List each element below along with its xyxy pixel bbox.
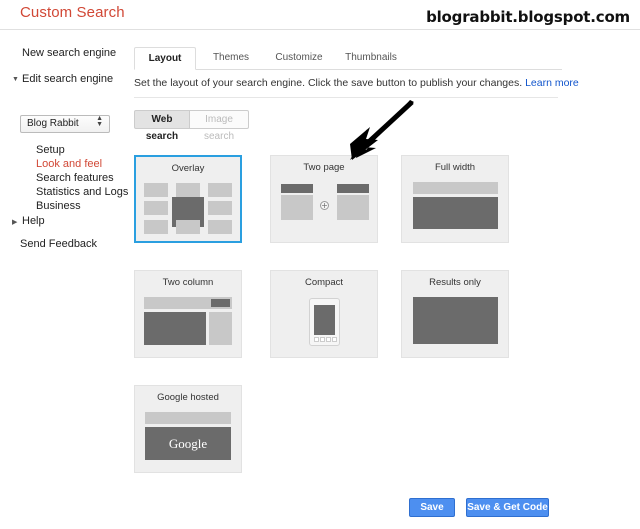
app-header: Custom Search blograbbit.blogspot.com: [0, 0, 640, 30]
learn-more-link[interactable]: Learn more: [525, 77, 579, 89]
sidebar: New search engine ▼ Edit search engine B…: [0, 31, 130, 529]
sidebar-item-statistics-and-logs[interactable]: Statistics and Logs: [36, 186, 128, 198]
thumb-block-highlight: Google: [145, 427, 231, 460]
layout-card-title: Results only: [429, 277, 481, 288]
save-and-get-code-button[interactable]: Save & Get Code: [466, 498, 549, 517]
layout-card-results-only[interactable]: Results only: [401, 270, 509, 358]
save-button[interactable]: Save: [409, 498, 455, 517]
thumb-block-highlight: [413, 297, 498, 344]
compact-thumbnail: [271, 293, 377, 355]
sidebar-item-send-feedback[interactable]: Send Feedback: [20, 238, 97, 250]
sidebar-item-help[interactable]: Help: [22, 215, 45, 227]
sidebar-item-look-and-feel[interactable]: Look and feel: [36, 158, 102, 170]
page-title: Custom Search: [20, 4, 125, 21]
divider: [134, 97, 558, 98]
panel-description-text: Set the layout of your search engine. Cl…: [134, 77, 523, 89]
thumb-block-highlight: [211, 299, 230, 307]
layout-card-title: Overlay: [171, 163, 205, 174]
thumb-block: [209, 312, 232, 345]
layout-card-title: Google hosted: [157, 392, 219, 403]
phone-button: [326, 337, 331, 342]
phone-button: [314, 337, 319, 342]
thumb-block: [176, 220, 200, 234]
full-width-thumbnail: [402, 178, 508, 240]
sidebar-item-setup[interactable]: Setup: [36, 144, 65, 156]
results-only-thumbnail: [402, 293, 508, 355]
thumb-block: [145, 412, 231, 424]
layout-card-google-hosted[interactable]: Google hosted Google: [134, 385, 242, 473]
phone-button: [332, 337, 337, 342]
updown-arrows-icon: ▲ ▼: [96, 115, 103, 128]
layout-card-compact[interactable]: Compact: [270, 270, 378, 358]
image-search-toggle[interactable]: Image search: [189, 110, 249, 142]
thumb-block: [208, 201, 232, 215]
thumb-block: [176, 183, 200, 197]
thumb-block: [281, 195, 313, 220]
web-search-toggle[interactable]: Web search: [134, 110, 190, 142]
two-page-thumbnail: +: [271, 178, 377, 240]
thumb-block-highlight: [281, 184, 313, 193]
layout-card-full-width[interactable]: Full width: [401, 155, 509, 243]
sidebar-item-new-search-engine[interactable]: New search engine: [22, 47, 116, 59]
sidebar-item-search-features[interactable]: Search features: [36, 172, 114, 184]
layout-card-title: Full width: [434, 162, 476, 173]
panel-description: Set the layout of your search engine. Cl…: [134, 77, 579, 89]
tab-customize[interactable]: Customize: [266, 47, 332, 70]
engine-select-value: Blog Rabbit: [27, 118, 79, 129]
sidebar-item-business[interactable]: Business: [36, 200, 81, 212]
phone-button: [320, 337, 325, 342]
overlay-thumbnail: [136, 179, 240, 241]
phone-icon: [309, 298, 340, 346]
chevron-right-icon[interactable]: ▶: [12, 218, 17, 226]
tab-bar: Layout Themes Customize Thumbnails: [134, 47, 562, 70]
thumb-block: [208, 220, 232, 234]
tab-thumbnails[interactable]: Thumbnails: [336, 47, 406, 70]
chevron-down-icon[interactable]: ▼: [12, 76, 19, 83]
layout-card-two-page[interactable]: Two page +: [270, 155, 378, 243]
thumb-block: [144, 220, 168, 234]
layout-card-two-column[interactable]: Two column: [134, 270, 242, 358]
thumb-block: [144, 183, 168, 197]
phone-screen: [314, 305, 335, 335]
layout-card-title: Two column: [162, 277, 214, 288]
tab-layout[interactable]: Layout: [134, 47, 196, 70]
sidebar-item-edit-search-engine[interactable]: Edit search engine: [22, 73, 113, 85]
thumb-block: [144, 201, 168, 215]
tab-themes[interactable]: Themes: [200, 47, 262, 70]
layout-card-title: Compact: [304, 277, 343, 288]
thumb-block-highlight: [337, 184, 369, 193]
thumb-block-highlight: [144, 312, 206, 345]
footer-actions: Save Save & Get Code: [0, 485, 640, 529]
thumb-block: [208, 183, 232, 197]
google-hosted-thumbnail: Google: [135, 408, 241, 470]
annotation-arrow-icon: [336, 100, 416, 165]
plus-icon: +: [320, 201, 329, 210]
thumb-block: [413, 182, 498, 194]
layout-card-overlay[interactable]: Overlay: [134, 155, 242, 243]
two-column-thumbnail: [135, 293, 241, 355]
engine-select[interactable]: Blog Rabbit ▲ ▼: [20, 115, 110, 133]
watermark-text: blograbbit.blogspot.com: [426, 8, 630, 26]
thumb-block-highlight: [413, 197, 498, 229]
thumb-block: [337, 195, 369, 220]
google-wordmark: Google: [168, 436, 208, 451]
